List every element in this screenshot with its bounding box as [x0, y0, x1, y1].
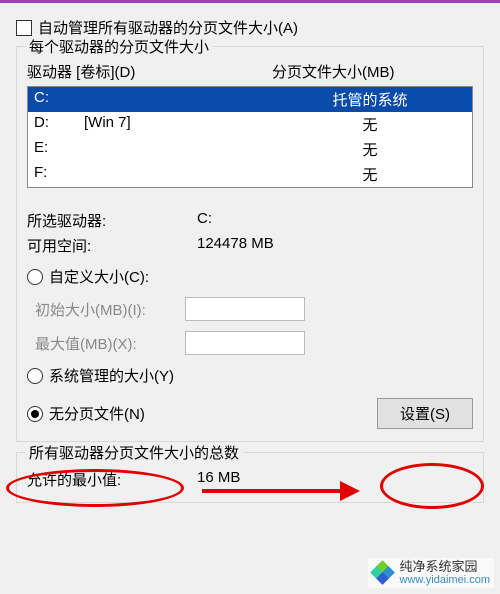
auto-manage-checkbox[interactable]: [16, 20, 32, 36]
max-size-input[interactable]: [185, 331, 305, 355]
auto-manage-checkbox-row: 自动管理所有驱动器的分页文件大小(A): [16, 17, 484, 38]
drive-row[interactable]: D: [Win 7] 无: [28, 112, 472, 137]
radio-no-paging-label: 无分页文件(N): [49, 403, 145, 424]
drive-label: [84, 164, 274, 185]
max-size-row: 最大值(MB)(X):: [35, 331, 473, 355]
header-drive: 驱动器 [卷标](D): [27, 61, 272, 82]
radio-no-paging[interactable]: [27, 406, 43, 422]
radio-system-managed[interactable]: [27, 368, 43, 384]
drive-row[interactable]: F: 无: [28, 162, 472, 187]
watermark-logo-icon: [372, 562, 394, 584]
drive-row[interactable]: C: 托管的系统: [28, 87, 472, 112]
initial-size-label: 初始大小(MB)(I):: [35, 299, 185, 320]
auto-manage-label: 自动管理所有驱动器的分页文件大小(A): [38, 17, 298, 38]
drive-row[interactable]: E: 无: [28, 137, 472, 162]
drive-pf: 托管的系统: [274, 89, 466, 110]
drive-letter: C:: [34, 89, 84, 110]
drive-pf: 无: [274, 114, 466, 135]
radio-custom-size-label: 自定义大小(C):: [49, 266, 149, 287]
watermark-text-2: www.yidaimei.com: [400, 574, 490, 586]
drive-letter: D:: [34, 114, 84, 135]
per-drive-group-title: 每个驱动器的分页文件大小: [25, 36, 213, 57]
watermark-text-1: 纯净系统家园: [400, 560, 490, 574]
drive-table-header: 驱动器 [卷标](D) 分页文件大小(MB): [27, 61, 473, 82]
radio-system-managed-label: 系统管理的大小(Y): [49, 365, 174, 386]
drive-label: [84, 139, 274, 160]
drive-letter: E:: [34, 139, 84, 160]
radio-custom-size-row: 自定义大小(C):: [27, 266, 473, 287]
selected-drive-label: 所选驱动器:: [27, 210, 197, 231]
radio-system-managed-row: 系统管理的大小(Y): [27, 365, 473, 386]
min-allowed-value: 16 MB: [197, 469, 473, 490]
selected-drive-row: 所选驱动器: C:: [27, 210, 473, 231]
totals-group: 所有驱动器分页文件大小的总数 允许的最小值: 16 MB: [16, 452, 484, 503]
max-size-label: 最大值(MB)(X):: [35, 333, 185, 354]
free-space-value: 124478 MB: [197, 235, 473, 256]
set-button[interactable]: 设置(S): [377, 398, 473, 429]
header-paging-size: 分页文件大小(MB): [272, 61, 473, 82]
drive-pf: 无: [274, 139, 466, 160]
drive-label: [Win 7]: [84, 114, 274, 135]
min-allowed-row: 允许的最小值: 16 MB: [27, 469, 473, 490]
min-allowed-label: 允许的最小值:: [27, 469, 197, 490]
totals-group-title: 所有驱动器分页文件大小的总数: [25, 442, 243, 463]
watermark: 纯净系统家园 www.yidaimei.com: [368, 558, 494, 588]
free-space-label: 可用空间:: [27, 235, 197, 256]
per-drive-group: 每个驱动器的分页文件大小 驱动器 [卷标](D) 分页文件大小(MB) C: 托…: [16, 46, 484, 442]
drive-pf: 无: [274, 164, 466, 185]
drive-label: [84, 89, 274, 110]
initial-size-row: 初始大小(MB)(I):: [35, 297, 473, 321]
initial-size-input[interactable]: [185, 297, 305, 321]
selected-drive-value: C:: [197, 210, 473, 231]
radio-no-paging-row: 无分页文件(N): [27, 403, 145, 424]
drive-list[interactable]: C: 托管的系统 D: [Win 7] 无 E: 无 F: 无: [27, 86, 473, 188]
radio-custom-size[interactable]: [27, 269, 43, 285]
drive-letter: F:: [34, 164, 84, 185]
free-space-row: 可用空间: 124478 MB: [27, 235, 473, 256]
